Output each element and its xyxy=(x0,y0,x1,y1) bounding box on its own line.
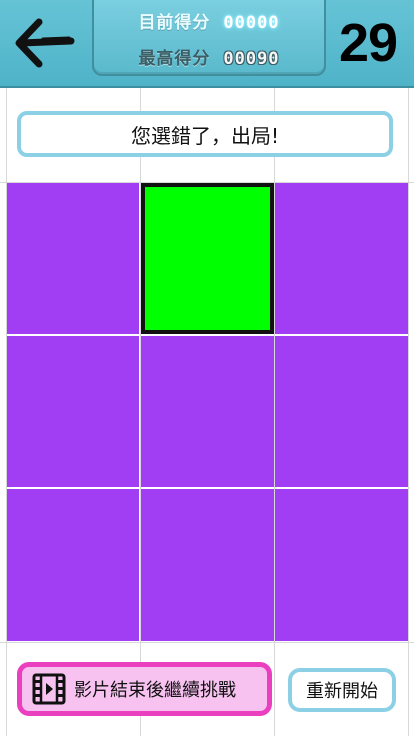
grid-tile-target[interactable] xyxy=(141,183,274,334)
header-bar: 目前得分 00000 最高得分 00090 29 xyxy=(0,0,414,88)
film-strip-icon xyxy=(32,673,66,705)
background-grid-line xyxy=(408,86,409,736)
back-button[interactable] xyxy=(8,12,80,74)
grid-tile[interactable] xyxy=(7,489,139,641)
grid-tile[interactable] xyxy=(141,336,274,487)
grid-tile[interactable] xyxy=(275,489,408,641)
restart-button-label: 重新開始 xyxy=(306,681,378,702)
watch-video-continue-button[interactable]: 影片結束後繼續挑戰 xyxy=(17,662,272,716)
current-score-value: 00000 xyxy=(223,13,280,33)
current-score-row: 目前得分 00000 xyxy=(94,8,324,33)
continue-button-label: 影片結束後繼續挑戰 xyxy=(74,680,236,701)
status-message: 您選錯了，出局! xyxy=(17,111,393,157)
grid-tile[interactable] xyxy=(7,183,139,334)
best-score-row: 最高得分 00090 xyxy=(94,44,324,69)
restart-button[interactable]: 重新開始 xyxy=(288,668,396,712)
grid-tile[interactable] xyxy=(275,183,408,334)
grid-tile[interactable] xyxy=(275,336,408,487)
best-score-label: 最高得分 xyxy=(138,49,211,69)
current-score-label: 目前得分 xyxy=(138,13,211,33)
grid-tile[interactable] xyxy=(141,489,274,641)
game-screen: 目前得分 00000 最高得分 00090 29 您選錯了，出局! 影片結束後繼… xyxy=(0,0,414,736)
grid-tile[interactable] xyxy=(7,336,139,487)
countdown-timer: 29 xyxy=(338,13,398,73)
back-arrow-icon xyxy=(15,18,75,68)
best-score-value: 00090 xyxy=(223,49,280,69)
score-panel: 目前得分 00000 最高得分 00090 xyxy=(92,0,326,76)
background-grid-line xyxy=(0,642,414,643)
